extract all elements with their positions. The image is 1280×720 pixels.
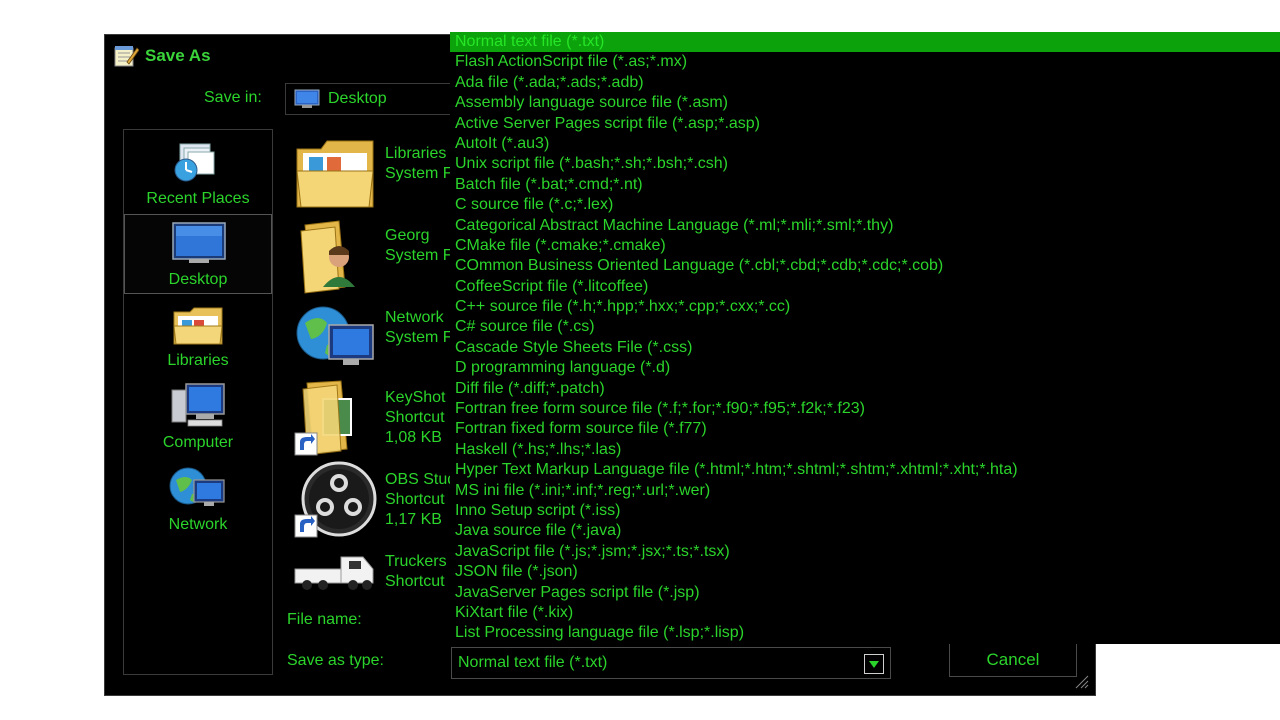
recent-places-icon bbox=[174, 143, 215, 182]
place-label: Computer bbox=[162, 434, 234, 451]
file-type-option[interactable]: COmmon Business Oriented Language (*.cbl… bbox=[450, 256, 1280, 276]
obs-shortcut-icon bbox=[294, 461, 377, 538]
file-type-option[interactable]: Fortran fixed form source file (*.f77) bbox=[450, 419, 1280, 439]
save-in-label: Save in: bbox=[204, 89, 262, 106]
save-as-type-value: Normal text file (*.txt) bbox=[458, 654, 608, 671]
resize-grip-icon[interactable] bbox=[1073, 673, 1089, 689]
desktop-icon bbox=[172, 222, 226, 263]
file-type-option[interactable]: Normal text file (*.txt) bbox=[450, 32, 1280, 53]
file-type-option[interactable]: List Processing language file (*.lsp;*.l… bbox=[450, 623, 1280, 643]
file-type-option[interactable]: Unix script file (*.bash;*.sh;*.bsh;*.cs… bbox=[450, 154, 1280, 174]
file-type-option[interactable]: Active Server Pages script file (*.asp;*… bbox=[450, 114, 1280, 134]
file-type-option[interactable]: JavaServer Pages script file (*.jsp) bbox=[450, 583, 1280, 603]
file-type-option[interactable]: D programming language (*.d) bbox=[450, 358, 1280, 378]
file-item-obs-studio[interactable]: OBS Studio Shortcut 1,17 KB bbox=[293, 461, 463, 541]
file-type-option[interactable]: Inno Setup script (*.iss) bbox=[450, 501, 1280, 521]
file-type-option[interactable]: Fortran free form source file (*.f;*.for… bbox=[450, 399, 1280, 419]
places-bar: Recent Places Desktop Libraries Computer… bbox=[123, 129, 273, 675]
file-type: System Folder bbox=[385, 329, 451, 346]
place-label: Desktop bbox=[168, 271, 228, 288]
file-name: KeyShot bbox=[385, 389, 446, 406]
place-recent-places[interactable]: Recent Places bbox=[124, 134, 272, 214]
save-as-type-label: Save as type: bbox=[287, 652, 384, 669]
file-type-option[interactable]: Hyper Text Markup Language file (*.html;… bbox=[450, 460, 1280, 480]
cancel-button[interactable]: Cancel bbox=[949, 643, 1077, 677]
file-type-option[interactable]: KiXtart file (*.kix) bbox=[450, 603, 1280, 623]
file-type-option[interactable]: C# source file (*.cs) bbox=[450, 317, 1280, 337]
place-label: Network bbox=[168, 516, 228, 533]
libraries-icon bbox=[173, 307, 223, 345]
user-folder-icon bbox=[300, 220, 355, 294]
file-name: Libraries bbox=[385, 145, 447, 162]
file-type: Shortcut bbox=[385, 409, 445, 426]
file-type-option[interactable]: AutoIt (*.au3) bbox=[450, 134, 1280, 154]
file-type: Shortcut bbox=[385, 491, 445, 508]
computer-icon bbox=[171, 383, 225, 427]
file-item-libraries[interactable]: Libraries System Folder bbox=[293, 135, 463, 215]
file-name: Georg bbox=[385, 227, 430, 244]
file-name-label: File name: bbox=[287, 611, 362, 628]
notepad-app-icon bbox=[114, 46, 139, 67]
file-size: 1,17 KB bbox=[385, 511, 442, 528]
file-item-georg[interactable]: Georg System Folder bbox=[293, 217, 463, 297]
file-type-option[interactable]: Flash ActionScript file (*.as;*.mx) bbox=[450, 52, 1280, 72]
keyshot-shortcut-icon bbox=[294, 380, 352, 456]
file-type-option[interactable]: Diff file (*.diff;*.patch) bbox=[450, 379, 1280, 399]
file-type: System Folder bbox=[385, 165, 451, 182]
place-computer[interactable]: Computer bbox=[124, 378, 272, 458]
place-desktop[interactable]: Desktop bbox=[124, 214, 272, 294]
save-as-type-combo[interactable]: Normal text file (*.txt) bbox=[451, 647, 891, 679]
place-label: Recent Places bbox=[146, 190, 250, 207]
file-item-truckers[interactable]: Truckers Shortcut bbox=[293, 543, 463, 595]
desktop-small-icon bbox=[294, 89, 320, 108]
file-type-option[interactable]: C++ source file (*.h;*.hpp;*.hxx;*.cpp;*… bbox=[450, 297, 1280, 317]
file-item-keyshot[interactable]: KeyShot Shortcut 1,08 KB bbox=[293, 379, 463, 459]
file-item-network[interactable]: Network System Folder bbox=[293, 299, 463, 379]
network-icon bbox=[169, 467, 225, 506]
file-name: Network bbox=[385, 309, 444, 326]
file-type: Shortcut bbox=[385, 573, 445, 590]
title-bar: Save As bbox=[113, 43, 211, 69]
file-name: Truckers bbox=[385, 553, 447, 570]
file-type-dropdown-list[interactable]: Normal text file (*.txt) Flash ActionScri… bbox=[450, 32, 1280, 644]
dialog-title: Save As bbox=[145, 46, 211, 65]
file-type-option[interactable]: Batch file (*.bat;*.cmd;*.nt) bbox=[450, 175, 1280, 195]
file-type-option[interactable]: Haskell (*.hs;*.lhs;*.las) bbox=[450, 440, 1280, 460]
file-type-option[interactable]: Assembly language source file (*.asm) bbox=[450, 93, 1280, 113]
place-network[interactable]: Network bbox=[124, 460, 272, 540]
file-name: OBS Studio bbox=[385, 471, 451, 488]
file-type-option[interactable]: C source file (*.c;*.lex) bbox=[450, 195, 1280, 215]
file-type-option[interactable]: CMake file (*.cmake;*.cmake) bbox=[450, 236, 1280, 256]
file-type-option[interactable]: JavaScript file (*.js;*.jsm;*.jsx;*.ts;*… bbox=[450, 542, 1280, 562]
file-type-option[interactable]: MS ini file (*.ini;*.inf;*.reg;*.url;*.w… bbox=[450, 481, 1280, 501]
libraries-folder-icon bbox=[296, 140, 374, 208]
file-type-option[interactable]: Java source file (*.java) bbox=[450, 521, 1280, 541]
save-in-combo[interactable]: Desktop bbox=[285, 83, 455, 115]
file-size: 1,08 KB bbox=[385, 429, 442, 446]
place-label: Libraries bbox=[167, 352, 229, 369]
chevron-down-icon[interactable] bbox=[864, 654, 884, 674]
file-type-option[interactable]: Cascade Style Sheets File (*.css) bbox=[450, 338, 1280, 358]
truck-shortcut-icon bbox=[294, 556, 374, 590]
file-type-option[interactable]: Ada file (*.ada;*.ads;*.adb) bbox=[450, 73, 1280, 93]
file-type: System Folder bbox=[385, 247, 451, 264]
network-globe-icon bbox=[296, 306, 374, 365]
file-type-option[interactable]: JSON file (*.json) bbox=[450, 562, 1280, 582]
place-libraries[interactable]: Libraries bbox=[124, 296, 272, 376]
file-type-option[interactable]: CoffeeScript file (*.litcoffee) bbox=[450, 277, 1280, 297]
save-in-value: Desktop bbox=[328, 90, 387, 107]
file-type-option[interactable]: Categorical Abstract Machine Language (*… bbox=[450, 216, 1280, 236]
